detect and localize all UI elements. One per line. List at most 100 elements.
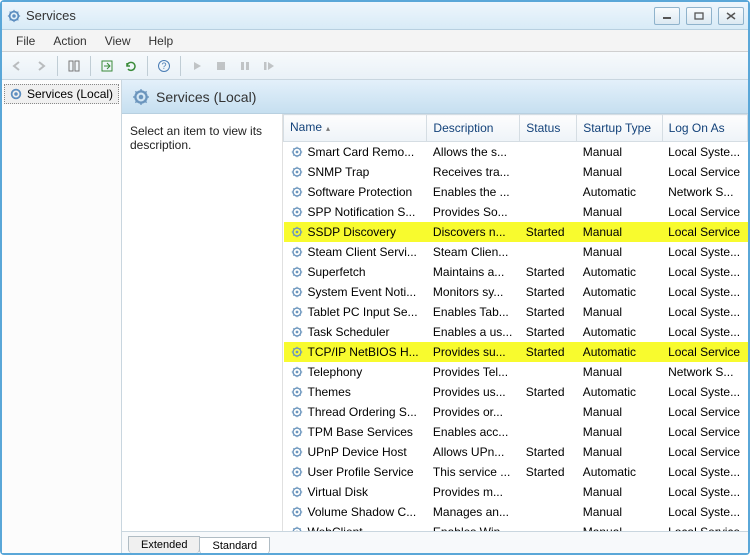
service-logon: Network S... [662, 182, 747, 202]
service-startup: Manual [577, 362, 662, 382]
service-startup: Automatic [577, 462, 662, 482]
service-row[interactable]: Thread Ordering S...Provides or...Manual… [284, 402, 748, 422]
service-name: Steam Client Servi... [308, 244, 417, 260]
service-startup: Manual [577, 442, 662, 462]
export-button[interactable] [96, 55, 118, 77]
gear-icon [290, 285, 304, 299]
gear-icon [290, 425, 304, 439]
service-row[interactable]: Tablet PC Input Se...Enables Tab...Start… [284, 302, 748, 322]
service-row[interactable]: User Profile ServiceThis service ...Star… [284, 462, 748, 482]
service-row[interactable]: SPP Notification S...Provides So...Manua… [284, 202, 748, 222]
description-text: description. [130, 138, 274, 152]
service-row[interactable]: Volume Shadow C...Manages an...ManualLoc… [284, 502, 748, 522]
list-header-title: Services (Local) [156, 89, 256, 105]
service-status [520, 162, 577, 182]
service-status [520, 362, 577, 382]
toolbar-separator [147, 56, 148, 76]
gear-icon [290, 465, 304, 479]
service-status [520, 422, 577, 442]
description-pane: Select an item to view its description. [122, 114, 282, 531]
services-list[interactable]: Name Description Status Startup Type Log… [282, 114, 748, 531]
gear-icon [290, 265, 304, 279]
tree-item-services-local[interactable]: Services (Local) [4, 84, 119, 104]
gear-icon [132, 88, 150, 106]
service-status: Started [520, 302, 577, 322]
tab-standard[interactable]: Standard [199, 537, 270, 553]
forward-button[interactable] [30, 55, 52, 77]
show-hide-tree-button[interactable] [63, 55, 85, 77]
service-status [520, 182, 577, 202]
gear-icon [290, 405, 304, 419]
service-row[interactable]: SSDP DiscoveryDiscovers n...StartedManua… [284, 222, 748, 242]
tab-extended[interactable]: Extended [128, 536, 200, 553]
service-row[interactable]: Steam Client Servi...Steam Clien...Manua… [284, 242, 748, 262]
service-row[interactable]: Smart Card Remo...Allows the s...ManualL… [284, 142, 748, 163]
service-row[interactable]: Telephony Provides Tel... ManualNetwork S.… [284, 362, 748, 382]
service-row[interactable]: System Event Noti...Monitors sy...Starte… [284, 282, 748, 302]
service-logon: Local Service [662, 162, 747, 182]
menu-action[interactable]: Action [45, 32, 94, 50]
service-row[interactable]: SuperfetchMaintains a...StartedAutomatic… [284, 262, 748, 282]
service-row[interactable]: Virtual DiskProvides m...ManualLocal Sys… [284, 482, 748, 502]
col-status[interactable]: Status [520, 115, 577, 142]
service-status [520, 242, 577, 262]
service-status: Started [520, 262, 577, 282]
gear-icon [290, 305, 304, 319]
service-row[interactable]: Task SchedulerEnables a us...StartedAuto… [284, 322, 748, 342]
service-status [520, 142, 577, 163]
col-startup[interactable]: Startup Type [577, 115, 662, 142]
service-status: Started [520, 462, 577, 482]
service-name: Superfetch [308, 264, 366, 280]
service-desc: Provides m... [427, 482, 520, 502]
service-desc: This service ... [427, 462, 520, 482]
service-logon: Local Syste... [662, 502, 747, 522]
menu-view[interactable]: View [97, 32, 139, 50]
menu-file[interactable]: File [8, 32, 43, 50]
service-name: WebClient [308, 524, 363, 531]
service-logon: Local Service [662, 202, 747, 222]
start-button[interactable] [186, 55, 208, 77]
service-status [520, 402, 577, 422]
toolbar-separator [90, 56, 91, 76]
service-logon: Local Syste... [662, 262, 747, 282]
service-row[interactable]: WebClientEnables Win...ManualLocal Servi… [284, 522, 748, 531]
service-name: TCP/IP NetBIOS H... [308, 344, 419, 360]
service-row[interactable]: SNMP TrapReceives tra...ManualLocal Serv… [284, 162, 748, 182]
service-row[interactable]: TCP/IP NetBIOS H...Provides su...Started… [284, 342, 748, 362]
service-row[interactable]: Software ProtectionEnables the ...Automa… [284, 182, 748, 202]
minimize-button[interactable] [654, 7, 680, 25]
menu-help[interactable]: Help [141, 32, 182, 50]
service-name: SSDP Discovery [308, 224, 396, 240]
service-desc: Provides Tel... [427, 362, 520, 382]
pause-button[interactable] [234, 55, 256, 77]
service-startup: Automatic [577, 322, 662, 342]
service-row[interactable]: UPnP Device HostAllows UPn...StartedManu… [284, 442, 748, 462]
service-name: Thread Ordering S... [308, 404, 417, 420]
app-icon [6, 8, 22, 24]
service-logon: Network S... [662, 362, 747, 382]
gear-icon [290, 185, 304, 199]
service-startup: Automatic [577, 182, 662, 202]
service-startup: Manual [577, 142, 662, 163]
refresh-button[interactable] [120, 55, 142, 77]
back-button[interactable] [6, 55, 28, 77]
service-name: Telephony [308, 364, 363, 380]
maximize-button[interactable] [686, 7, 712, 25]
service-startup: Automatic [577, 382, 662, 402]
gear-icon [290, 245, 304, 259]
close-button[interactable] [718, 7, 744, 25]
service-startup: Manual [577, 482, 662, 502]
service-logon: Local Syste... [662, 382, 747, 402]
service-row[interactable]: ThemesProvides us...StartedAutomaticLoca… [284, 382, 748, 402]
service-logon: Local Service [662, 402, 747, 422]
col-logon[interactable]: Log On As [662, 115, 747, 142]
service-row[interactable]: TPM Base ServicesEnables acc...ManualLoc… [284, 422, 748, 442]
service-startup: Manual [577, 202, 662, 222]
col-description[interactable]: Description [427, 115, 520, 142]
service-desc: Provides su... [427, 342, 520, 362]
service-status: Started [520, 322, 577, 342]
restart-button[interactable] [258, 55, 280, 77]
stop-button[interactable] [210, 55, 232, 77]
help-button[interactable]: ? [153, 55, 175, 77]
col-name[interactable]: Name [284, 115, 427, 142]
